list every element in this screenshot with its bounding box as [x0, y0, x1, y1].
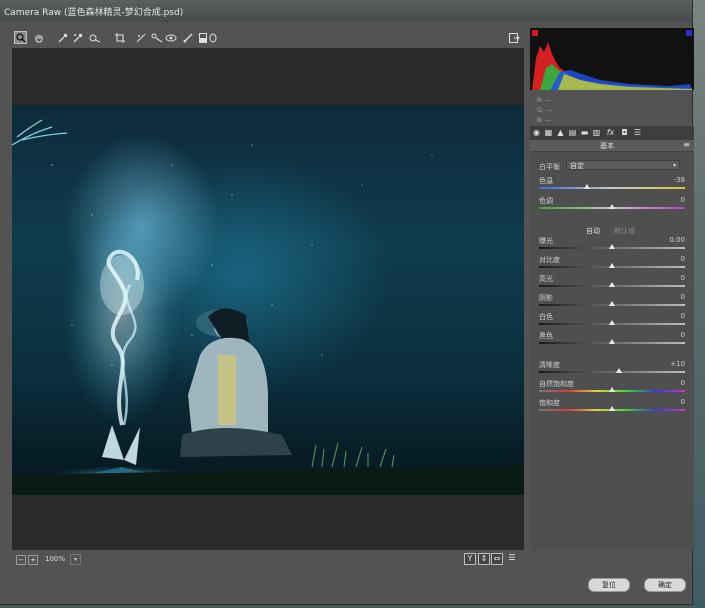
slider-value[interactable]: -38: [674, 176, 685, 184]
slider-value[interactable]: 0: [681, 274, 685, 282]
slider-2[interactable]: 曝光 0.00: [539, 236, 685, 254]
camera-raw-window: Camera Raw (蓝色森林精灵-梦幻合成.psd) − + 100% ▾ …: [0, 0, 694, 605]
toolbar: [12, 30, 524, 46]
slider-label: 白色: [539, 313, 553, 321]
zoom-in-button[interactable]: +: [28, 555, 38, 565]
default-link[interactable]: 默认值: [614, 226, 635, 236]
shadow-clipping-warning-icon: [532, 30, 538, 36]
zoom-tool-icon[interactable]: [14, 31, 27, 44]
slider-label: 饱和度: [539, 399, 560, 407]
zoom-out-button[interactable]: −: [16, 555, 26, 565]
lens-corrections-tab-icon[interactable]: ▥: [592, 128, 601, 137]
slider-label: 阴影: [539, 294, 553, 302]
split-toning-tab-icon[interactable]: ▬: [580, 128, 589, 137]
basic-panel: 基本 ≡ 白平衡 自定 ▾ 自动 默认值 色温 -38 色调 0 曝光 0.00 对比度 0 高光…: [530, 140, 694, 550]
presets-tab-icon[interactable]: ☰: [633, 128, 642, 137]
slider-1[interactable]: 色调 0: [539, 196, 685, 214]
slider-thumb[interactable]: [616, 368, 623, 373]
zoom-dropdown-arrow[interactable]: ▾: [70, 554, 81, 565]
slider-value[interactable]: +10: [670, 360, 685, 368]
panel-title: 基本: [600, 142, 614, 150]
slider-value[interactable]: 0: [681, 293, 685, 301]
slider-thumb[interactable]: [609, 320, 615, 325]
swap-before-after-button[interactable]: ⇕: [478, 553, 490, 565]
slider-thumb[interactable]: [609, 244, 615, 249]
slider-track[interactable]: [539, 187, 685, 189]
slider-label: 对比度: [539, 256, 560, 264]
ok-button[interactable]: 确定: [644, 578, 686, 592]
slider-value[interactable]: 0: [681, 196, 685, 204]
slider-thumb[interactable]: [609, 406, 615, 411]
fullscreen-toggle-icon[interactable]: [508, 31, 521, 44]
window-title: Camera Raw (蓝色森林精灵-梦幻合成.psd): [4, 8, 184, 18]
slider-3[interactable]: 对比度 0: [539, 255, 685, 273]
slider-thumb[interactable]: [609, 282, 615, 287]
slider-label: 色调: [539, 197, 553, 205]
hand-tool-icon[interactable]: [32, 31, 45, 44]
slider-value[interactable]: 0: [681, 312, 685, 320]
slider-value[interactable]: 0: [681, 255, 685, 263]
slider-5[interactable]: 阴影 0: [539, 293, 685, 311]
slider-value[interactable]: 0: [681, 331, 685, 339]
slider-thumb[interactable]: [609, 204, 615, 209]
targeted-adjustment-tool-icon[interactable]: [88, 31, 101, 44]
slider-10[interactable]: 饱和度 0: [539, 398, 685, 416]
crop-tool-icon[interactable]: [113, 31, 126, 44]
preview-status-bar: − + 100% ▾ Y ⇕ ⇔ ☰: [12, 553, 524, 567]
white-balance-label: 白平衡: [539, 163, 560, 171]
red-eye-tool-icon[interactable]: [164, 31, 177, 44]
slider-track[interactable]: [539, 371, 685, 373]
detail-tab-icon[interactable]: ▲: [556, 128, 565, 137]
slider-thumb[interactable]: [609, 301, 615, 306]
effects-tab-icon[interactable]: fx: [606, 128, 615, 137]
slider-value[interactable]: 0: [681, 398, 685, 406]
slider-value[interactable]: 0.00: [669, 236, 685, 244]
adjustment-brush-icon[interactable]: [181, 31, 194, 44]
white-balance-select[interactable]: 自定 ▾: [566, 160, 680, 170]
before-after-y-button[interactable]: Y: [464, 553, 476, 565]
panel-menu-icon[interactable]: ≡: [683, 140, 690, 149]
slider-thumb[interactable]: [609, 339, 615, 344]
panel-header: 基本 ≡: [530, 140, 694, 152]
spot-removal-tool-icon[interactable]: [150, 31, 163, 44]
histogram: [530, 28, 694, 90]
radial-filter-icon[interactable]: [206, 31, 219, 44]
slider-7[interactable]: 黑色 0: [539, 331, 685, 349]
copy-settings-button[interactable]: ⇔: [491, 553, 503, 565]
tone-curve-tab-icon[interactable]: ▦: [544, 128, 553, 137]
slider-label: 高光: [539, 275, 553, 283]
highlight-clipping-warning-icon: [686, 30, 692, 36]
preview-preferences-icon[interactable]: ☰: [507, 553, 517, 563]
chevron-down-icon: ▾: [672, 162, 676, 169]
slider-thumb[interactable]: [609, 387, 615, 392]
auto-link[interactable]: 自动: [586, 226, 600, 236]
straighten-tool-icon[interactable]: [134, 31, 147, 44]
camera-calibration-tab-icon[interactable]: ◘: [620, 128, 629, 137]
slider-label: 清晰度: [539, 361, 560, 369]
hsl-tab-icon[interactable]: ▤: [568, 128, 577, 137]
slider-thumb[interactable]: [584, 184, 591, 189]
white-balance-tool-icon[interactable]: [56, 31, 69, 44]
reset-button[interactable]: 复位: [588, 578, 630, 592]
panel-tabs: ◉ ▦ ▲ ▤ ▬ ▥ fx ◘ ☰: [530, 126, 694, 140]
slider-label: 色温: [539, 177, 553, 185]
zoom-level[interactable]: 100%: [45, 555, 65, 563]
slider-value[interactable]: 0: [681, 379, 685, 387]
rgb-readout: R: --- G: --- B: ---: [537, 97, 553, 124]
slider-label: 黑色: [539, 332, 553, 340]
preview-image[interactable]: [12, 105, 524, 495]
title-bar[interactable]: Camera Raw (蓝色森林精灵-梦幻合成.psd): [0, 0, 692, 22]
slider-9[interactable]: 自然饱和度 0: [539, 379, 685, 397]
color-sampler-tool-icon[interactable]: [71, 31, 84, 44]
slider-0[interactable]: 色温 -38: [539, 176, 685, 194]
slider-label: 曝光: [539, 237, 553, 245]
slider-thumb[interactable]: [609, 263, 615, 268]
slider-8[interactable]: 清晰度 +10: [539, 360, 685, 378]
slider-label: 自然饱和度: [539, 380, 574, 388]
slider-4[interactable]: 高光 0: [539, 274, 685, 292]
basic-tab-icon[interactable]: ◉: [532, 128, 541, 137]
slider-6[interactable]: 白色 0: [539, 312, 685, 330]
